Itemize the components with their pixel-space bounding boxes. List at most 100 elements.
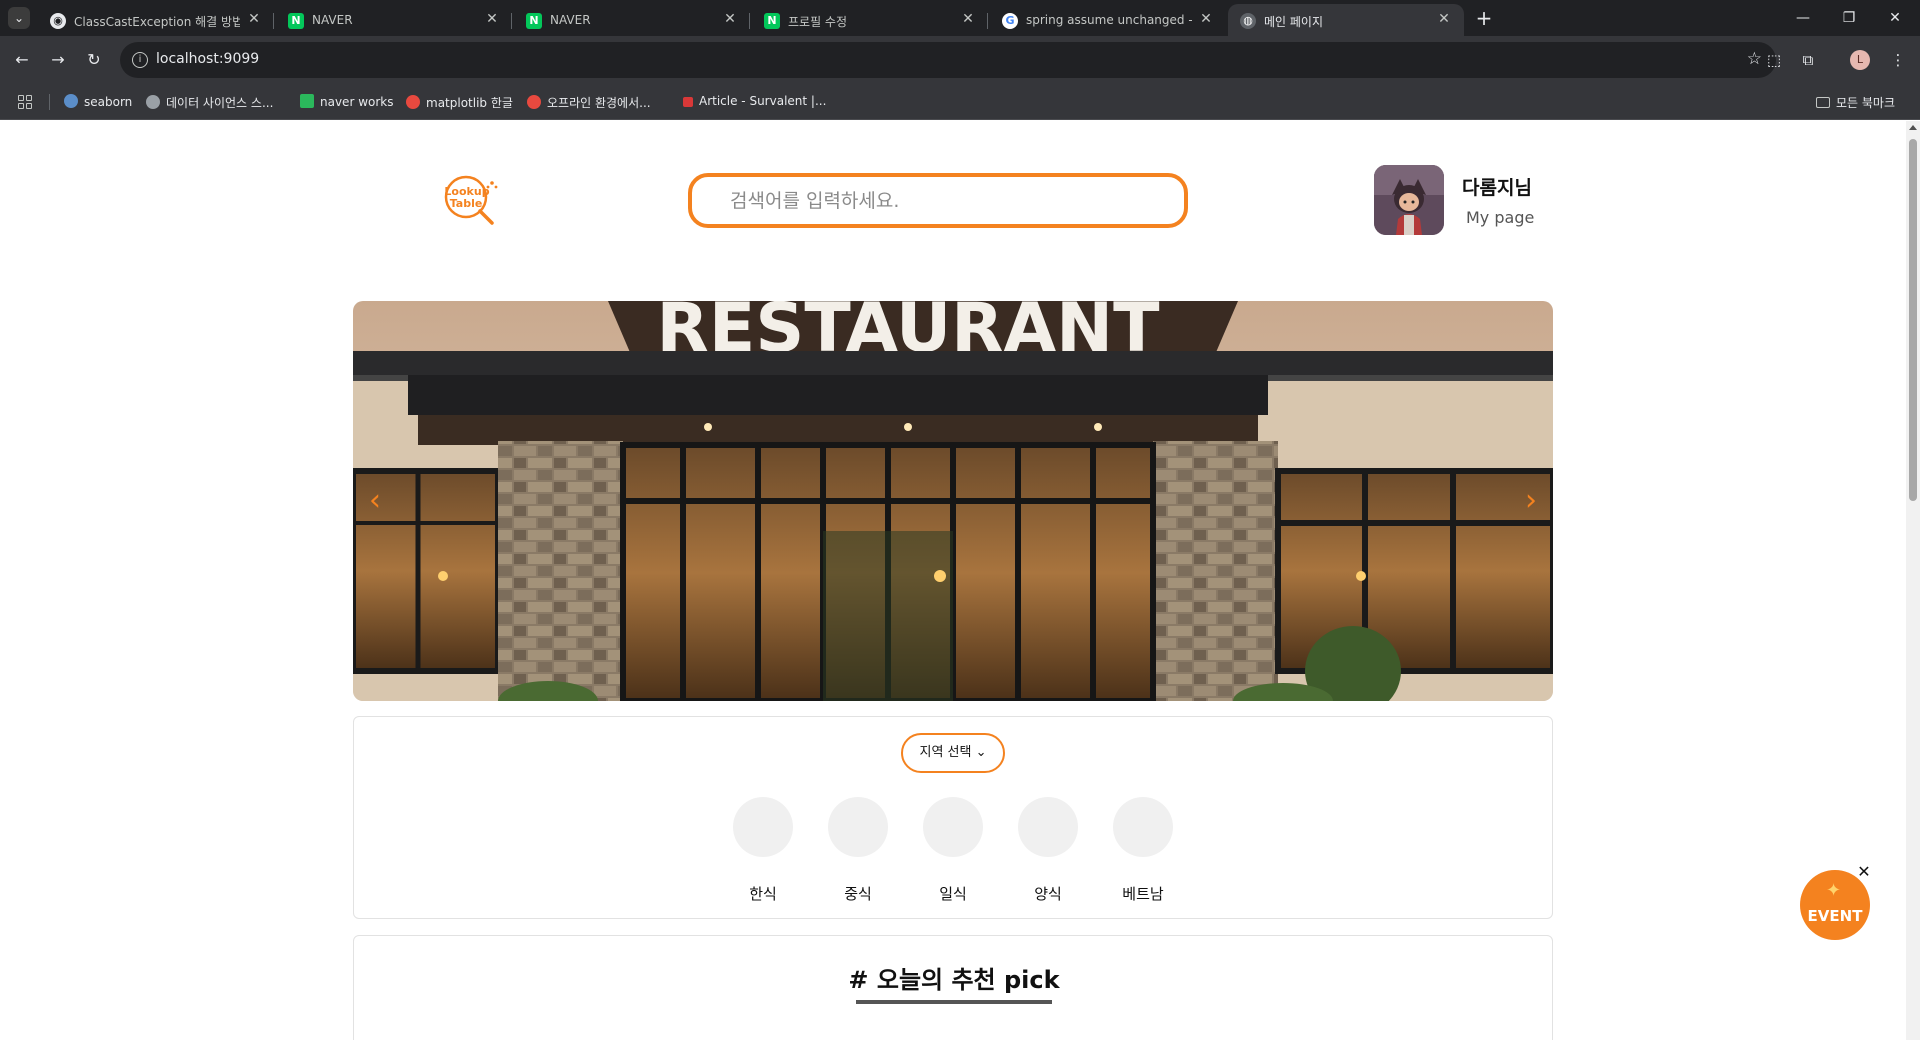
category-card: 지역 선택 ⌄ 한식 중식 일식 양식 베트남	[353, 716, 1553, 919]
tab-title: 프로필 수정	[788, 15, 848, 29]
bookmarks-bar: seaborn 데이터 사이언스 스... naver works matplo…	[0, 84, 1920, 120]
bookmark-divider	[49, 94, 50, 110]
tab-divider	[749, 13, 750, 29]
tab-title: 메인 페이지	[1264, 15, 1324, 29]
tab-naver-2[interactable]: N NAVER ✕	[514, 4, 750, 36]
bookmark-survalent[interactable]: Article - Survalent |...	[683, 94, 826, 110]
event-close-icon[interactable]: ✕	[1856, 864, 1872, 880]
event-label: EVENT	[1807, 907, 1863, 925]
bookmark-naver-works[interactable]: naver works	[300, 94, 393, 110]
tab-title: NAVER	[312, 13, 353, 27]
extension-puzzle-icon[interactable]: ⬚	[1762, 48, 1786, 72]
minimize-icon[interactable]: —	[1780, 0, 1826, 36]
tab-profile-edit[interactable]: N 프로필 수정 ✕	[752, 4, 988, 36]
category-vietnamese[interactable]: 베트남	[1103, 797, 1183, 907]
banner-next-chevron-icon[interactable]: ›	[1521, 486, 1541, 516]
user-avatar[interactable]	[1374, 165, 1444, 235]
todays-pick-section: # 오늘의 추천 pick	[353, 935, 1553, 1040]
restaurant-banner-image: RESTAURANT	[353, 301, 1553, 701]
window-close-icon[interactable]: ✕	[1872, 0, 1918, 36]
tab-close-icon[interactable]: ✕	[722, 11, 738, 27]
bookmark-label: 오프라인 환경에서...	[547, 96, 651, 110]
bookmark-matplotlib[interactable]: matplotlib 한글	[406, 94, 513, 110]
tab-divider	[273, 13, 274, 29]
category-western[interactable]: 양식	[1008, 797, 1088, 907]
globe-icon	[146, 95, 160, 109]
category-japanese[interactable]: 일식	[913, 797, 993, 907]
tab-divider	[511, 13, 512, 29]
category-icon-placeholder	[733, 797, 793, 857]
category-korean[interactable]: 한식	[723, 797, 803, 907]
region-select-label: 지역 선택	[919, 745, 972, 760]
category-icon-placeholder	[1113, 797, 1173, 857]
lookup-table-logo[interactable]: Lookup Table	[440, 175, 498, 225]
new-tab-plus-icon[interactable]: +	[1472, 6, 1496, 30]
survalent-icon	[683, 97, 693, 107]
tab-close-icon[interactable]: ✕	[1198, 11, 1214, 27]
naver-icon: N	[288, 13, 304, 29]
extensions-icon[interactable]: ⧉	[1796, 48, 1820, 72]
reload-icon[interactable]: ↻	[82, 48, 106, 72]
bookmark-offline-env[interactable]: 오프라인 환경에서...	[527, 94, 651, 110]
tab-google-search[interactable]: G spring assume unchanged - G ✕	[990, 4, 1226, 36]
svg-text:Table: Table	[450, 197, 483, 210]
menu-kebab-icon[interactable]: ⋮	[1886, 48, 1910, 72]
tab-main-page[interactable]: ◍ 메인 페이지 ✕	[1228, 4, 1464, 36]
category-chinese[interactable]: 중식	[818, 797, 898, 907]
restore-icon[interactable]: ❐	[1826, 0, 1872, 36]
title-underline	[856, 1000, 1052, 1004]
tab-close-icon[interactable]: ✕	[960, 11, 976, 27]
seaborn-icon	[64, 94, 78, 108]
scrollbar-thumb[interactable]	[1909, 139, 1917, 501]
bookmark-label: Article - Survalent |...	[699, 94, 827, 108]
category-icon-placeholder	[923, 797, 983, 857]
my-page-link[interactable]: My page	[1466, 208, 1534, 227]
page-viewport: Lookup Table 다롬지님 My page	[0, 121, 1906, 1040]
browser-toolbar: ← → ↻ i localhost:9099 ☆ ⬚ ⧉ L ⋮	[0, 36, 1920, 84]
site-info-icon[interactable]: i	[132, 52, 148, 68]
region-select-button[interactable]: 지역 선택 ⌄	[901, 733, 1005, 773]
tab-classcastexception[interactable]: ◉ ClassCastException 해결 방법 ✕	[38, 4, 274, 36]
category-label: 일식	[939, 885, 967, 903]
category-icon-placeholder	[828, 797, 888, 857]
tab-naver-1[interactable]: N NAVER ✕	[276, 4, 512, 36]
url-text[interactable]: localhost:9099	[156, 51, 259, 67]
search-input[interactable]	[730, 187, 1130, 215]
bookmark-seaborn[interactable]: seaborn	[64, 94, 132, 110]
banner-prev-chevron-icon[interactable]: ‹	[365, 486, 385, 516]
forward-arrow-icon[interactable]: →	[46, 48, 70, 72]
bookmark-data-science[interactable]: 데이터 사이언스 스...	[146, 94, 273, 110]
back-arrow-icon[interactable]: ←	[10, 48, 34, 72]
naver-icon: N	[526, 13, 542, 29]
globe-icon: ◍	[1240, 13, 1256, 29]
naver-works-icon	[300, 94, 314, 108]
bookmark-label: naver works	[320, 95, 394, 109]
tab-title: ClassCastException 해결 방법	[74, 15, 240, 29]
apps-grid-icon[interactable]	[18, 95, 32, 109]
tab-close-icon[interactable]: ✕	[484, 11, 500, 27]
tab-close-icon[interactable]: ✕	[246, 11, 262, 27]
scroll-up-arrow-icon[interactable]	[1909, 125, 1917, 130]
tab-close-icon[interactable]: ✕	[1436, 11, 1452, 27]
category-label: 중식	[844, 885, 872, 903]
category-label: 양식	[1034, 885, 1062, 903]
address-bar[interactable]: i localhost:9099 ☆	[120, 42, 1776, 78]
page-scrollbar[interactable]	[1906, 121, 1920, 1040]
search-box[interactable]	[688, 173, 1188, 228]
folder-icon	[1816, 97, 1830, 108]
party-popper-icon: ✦	[1826, 880, 1842, 901]
bookmark-label: 모든 북마크	[1836, 96, 1896, 110]
todays-pick-title: # 오늘의 추천 pick	[848, 966, 1060, 994]
tab-title: spring assume unchanged - G	[1026, 13, 1192, 27]
profile-avatar-icon[interactable]: L	[1850, 50, 1870, 70]
github-icon: ◉	[50, 13, 66, 29]
restaurant-banner-carousel: RESTAURANT ‹ ›	[353, 301, 1553, 701]
browser-tab-bar: ⌄ ◉ ClassCastException 해결 방법 ✕ N NAVER ✕…	[0, 0, 1920, 36]
tab-title: NAVER	[550, 13, 591, 27]
tab-list-chevron-icon[interactable]: ⌄	[8, 7, 30, 29]
google-icon: G	[1002, 13, 1018, 29]
avatar-character-image	[1374, 165, 1444, 235]
all-bookmarks-folder[interactable]: 모든 북마크	[1816, 94, 1895, 110]
bookmark-label: 데이터 사이언스 스...	[166, 96, 274, 110]
bookmark-star-icon[interactable]: ☆	[1747, 49, 1762, 69]
